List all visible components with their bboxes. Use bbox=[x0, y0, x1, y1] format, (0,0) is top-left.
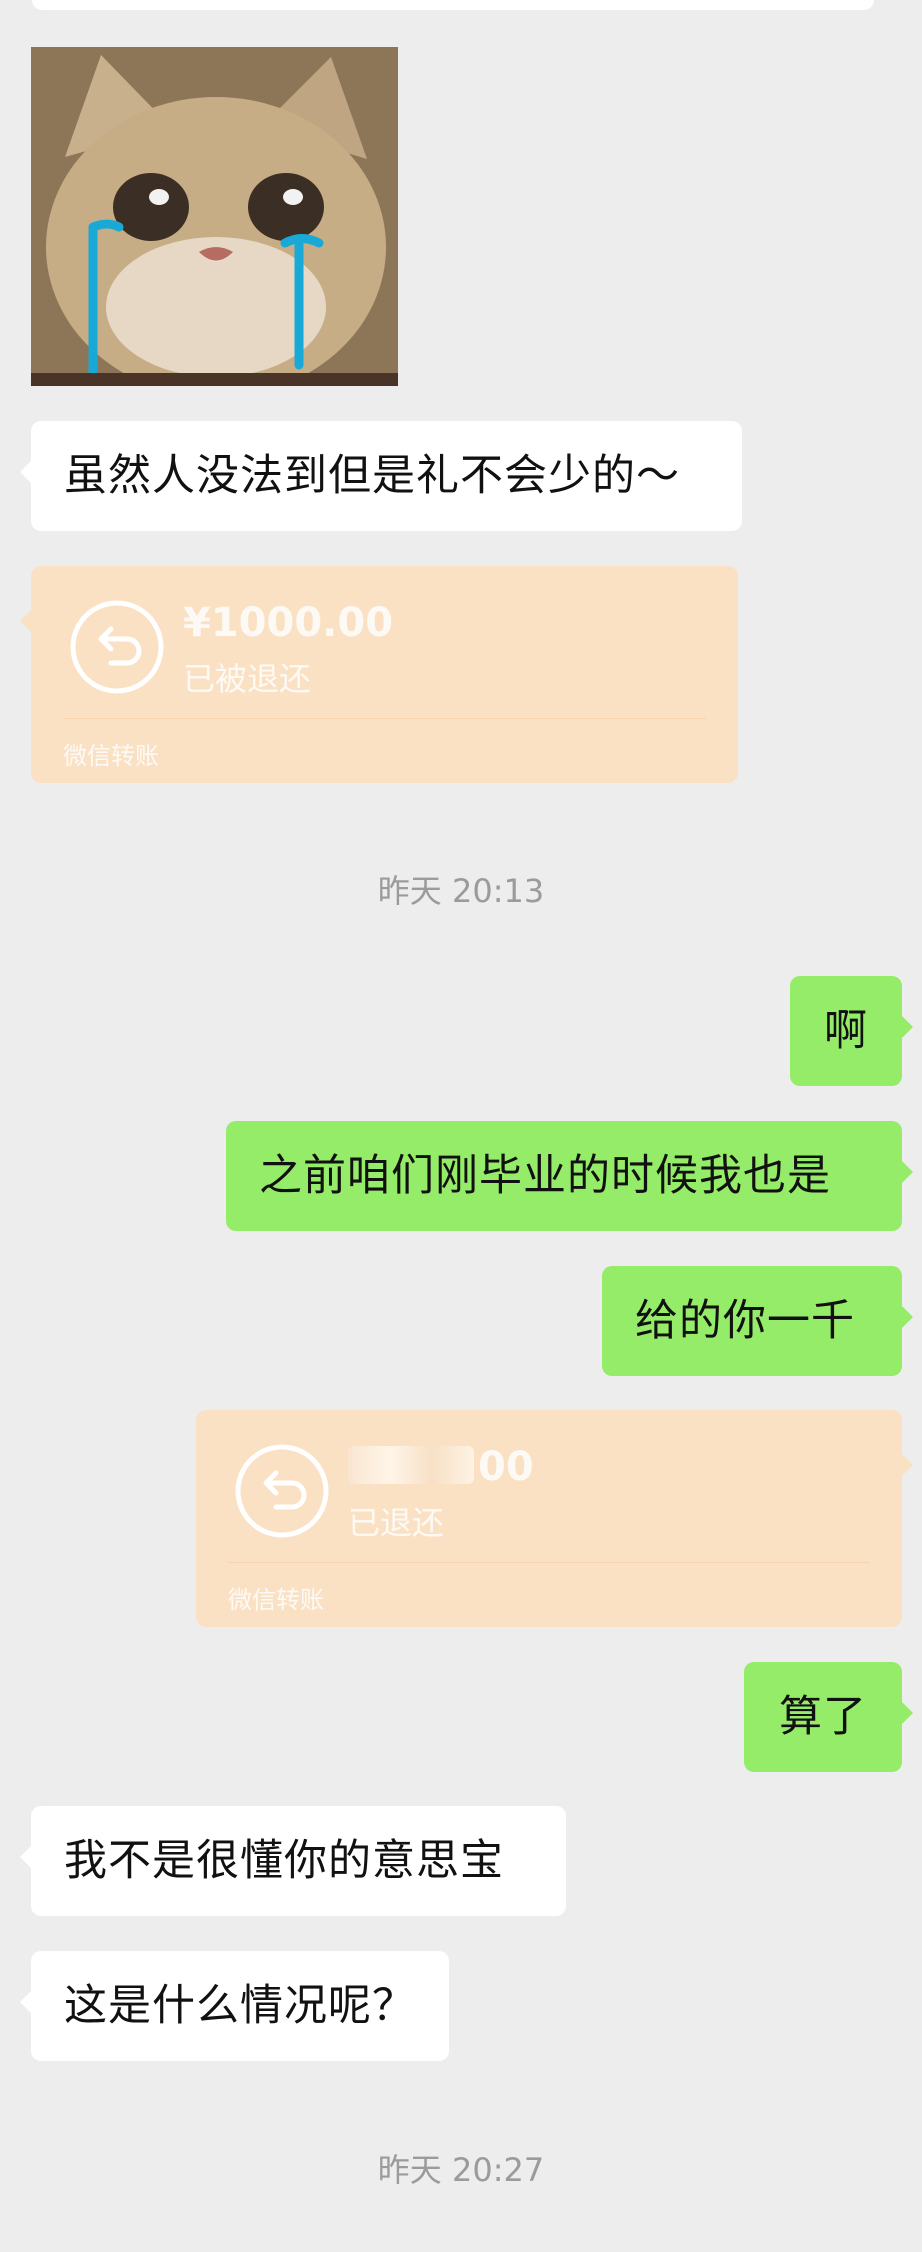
sent-message-bubble[interactable]: 给的你一千 bbox=[602, 1266, 913, 1376]
transfer-status: 已被退还 bbox=[183, 660, 312, 698]
timestamp: 昨天 20:13 bbox=[377, 872, 545, 910]
transfer-amount: 00 bbox=[348, 1444, 534, 1490]
timestamp: 昨天 20:27 bbox=[377, 2151, 545, 2189]
previous-message-edge bbox=[32, 0, 874, 10]
message-text: 之前咱们刚毕业的时候我也是 bbox=[259, 1150, 831, 1201]
message-text: 我不是很懂你的意思宝 bbox=[64, 1835, 504, 1886]
blurred-amount bbox=[348, 1446, 474, 1484]
transfer-label: 微信转账 bbox=[63, 742, 159, 770]
received-message-bubble[interactable]: 虽然人没法到但是礼不会少的～ bbox=[20, 421, 742, 531]
crying-cat-image bbox=[31, 47, 398, 386]
transfer-card-received[interactable]: ¥1000.00 已被退还 微信转账 bbox=[20, 566, 738, 783]
returned-arrow-icon bbox=[69, 599, 165, 695]
message-text: 算了 bbox=[779, 1691, 867, 1742]
sent-message-bubble[interactable]: 算了 bbox=[744, 1662, 913, 1772]
transfer-status: 已退还 bbox=[348, 1504, 445, 1542]
transfer-amount: ¥1000.00 bbox=[183, 600, 394, 646]
transfer-label: 微信转账 bbox=[228, 1586, 324, 1614]
sent-message-bubble[interactable]: 之前咱们刚毕业的时候我也是 bbox=[226, 1121, 913, 1231]
received-message-bubble[interactable]: 我不是很懂你的意思宝 bbox=[20, 1806, 566, 1916]
message-text: 这是什么情况呢？ bbox=[64, 1980, 416, 2031]
message-text: 啊 bbox=[824, 1005, 868, 1056]
received-message-bubble[interactable]: 这是什么情况呢？ bbox=[20, 1951, 449, 2061]
crying-cat-sticker[interactable] bbox=[31, 47, 398, 386]
message-text: 给的你一千 bbox=[635, 1295, 855, 1346]
transfer-card-sent[interactable]: 00 已退还 微信转账 bbox=[196, 1410, 913, 1627]
sent-message-bubble[interactable]: 啊 bbox=[790, 976, 913, 1086]
returned-arrow-icon bbox=[234, 1443, 330, 1539]
message-text: 虽然人没法到但是礼不会少的～ bbox=[64, 450, 680, 501]
transfer-divider bbox=[228, 1562, 870, 1563]
transfer-divider bbox=[63, 718, 706, 719]
